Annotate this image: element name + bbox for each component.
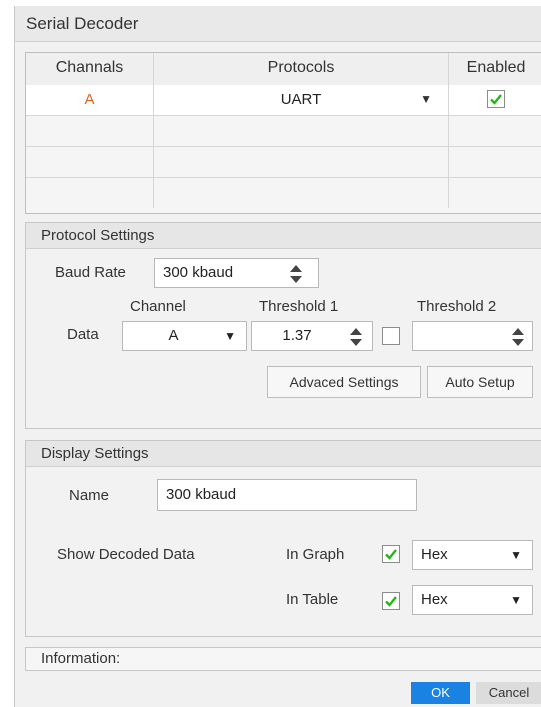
baud-rate-value: 300 kbaud (163, 264, 234, 281)
checkmark-icon (385, 596, 397, 607)
spinner-arrows-icon[interactable] (512, 328, 524, 346)
table-header-row: Channals Protocols Enabled (26, 53, 541, 86)
threshold1-value: 1.37 (282, 327, 312, 344)
in-graph-format-dropdown[interactable]: Hex ▼ (412, 540, 533, 570)
enabled-checkbox[interactable] (487, 90, 505, 108)
threshold2-spinbox[interactable] (412, 321, 533, 351)
cancel-button[interactable]: Cancel (476, 682, 541, 704)
chevron-down-icon: ▼ (420, 92, 432, 106)
window-title: Serial Decoder (15, 6, 541, 42)
auto-setup-button[interactable]: Auto Setup (427, 366, 533, 398)
in-table-format-value: Hex (421, 591, 448, 608)
in-table-label: In Table (286, 591, 339, 608)
chevron-down-icon: ▼ (510, 548, 522, 562)
table-row[interactable] (26, 115, 541, 147)
empty-cell (154, 115, 449, 146)
protocol-value: UART (280, 91, 322, 108)
channel-header: Channel (130, 298, 186, 315)
information-bar: Information: (25, 647, 541, 671)
spinner-arrows-icon[interactable] (350, 328, 362, 346)
serial-decoder-window: Serial Decoder Channals Protocols Enable… (14, 6, 541, 707)
data-channel-value: A (168, 327, 179, 344)
advanced-settings-button[interactable]: Advaced Settings (267, 366, 421, 398)
show-decoded-label: Show Decoded Data (57, 546, 195, 563)
name-input[interactable]: 300 kbaud (157, 479, 417, 511)
in-table-format-dropdown[interactable]: Hex ▼ (412, 585, 533, 615)
data-channel-dropdown[interactable]: A ▼ (122, 321, 247, 351)
table-row[interactable] (26, 146, 541, 178)
table-row[interactable]: A UART ▼ (26, 85, 541, 116)
header-enabled[interactable]: Enabled (449, 53, 541, 85)
protocol-dropdown[interactable]: UART ▼ (154, 85, 449, 115)
header-channels[interactable]: Channals (26, 53, 154, 85)
in-graph-format-value: Hex (421, 546, 448, 563)
display-settings-title: Display Settings (26, 441, 541, 467)
empty-cell (154, 146, 449, 177)
threshold2-header: Threshold 2 (417, 298, 497, 315)
data-label: Data (67, 326, 99, 343)
chevron-down-icon: ▼ (224, 329, 236, 343)
display-settings-panel: Display Settings Name 300 kbaud Show Dec… (25, 440, 541, 637)
information-label: Information: (41, 650, 121, 667)
empty-cell (26, 115, 154, 146)
empty-cell (26, 146, 154, 177)
name-label: Name (69, 487, 110, 504)
enabled-cell (449, 85, 541, 115)
ok-button[interactable]: OK (411, 682, 470, 704)
baud-rate-label: Baud Rate (55, 264, 126, 281)
channel-cell: A (26, 85, 154, 115)
table-row[interactable] (26, 177, 541, 208)
baud-rate-spinbox[interactable]: 300 kbaud (154, 258, 319, 288)
in-graph-checkbox[interactable] (382, 545, 400, 563)
threshold1-header: Threshold 1 (259, 298, 339, 315)
in-graph-label: In Graph (286, 546, 345, 563)
protocol-settings-title: Protocol Settings (26, 223, 541, 249)
checkmark-icon (385, 549, 397, 560)
chevron-down-icon: ▼ (510, 593, 522, 607)
checkmark-icon (490, 94, 502, 105)
channels-table: Channals Protocols Enabled A UART ▼ (25, 52, 541, 214)
protocol-settings-panel: Protocol Settings Baud Rate 300 kbaud Ch… (25, 222, 541, 429)
threshold1-spinbox[interactable]: 1.37 (251, 321, 373, 351)
header-protocols[interactable]: Protocols (154, 53, 449, 85)
empty-cell (26, 177, 154, 208)
spinner-arrows-icon[interactable] (290, 265, 302, 283)
in-table-checkbox[interactable] (382, 592, 400, 610)
empty-cell (154, 177, 449, 208)
threshold2-checkbox[interactable] (382, 327, 400, 345)
